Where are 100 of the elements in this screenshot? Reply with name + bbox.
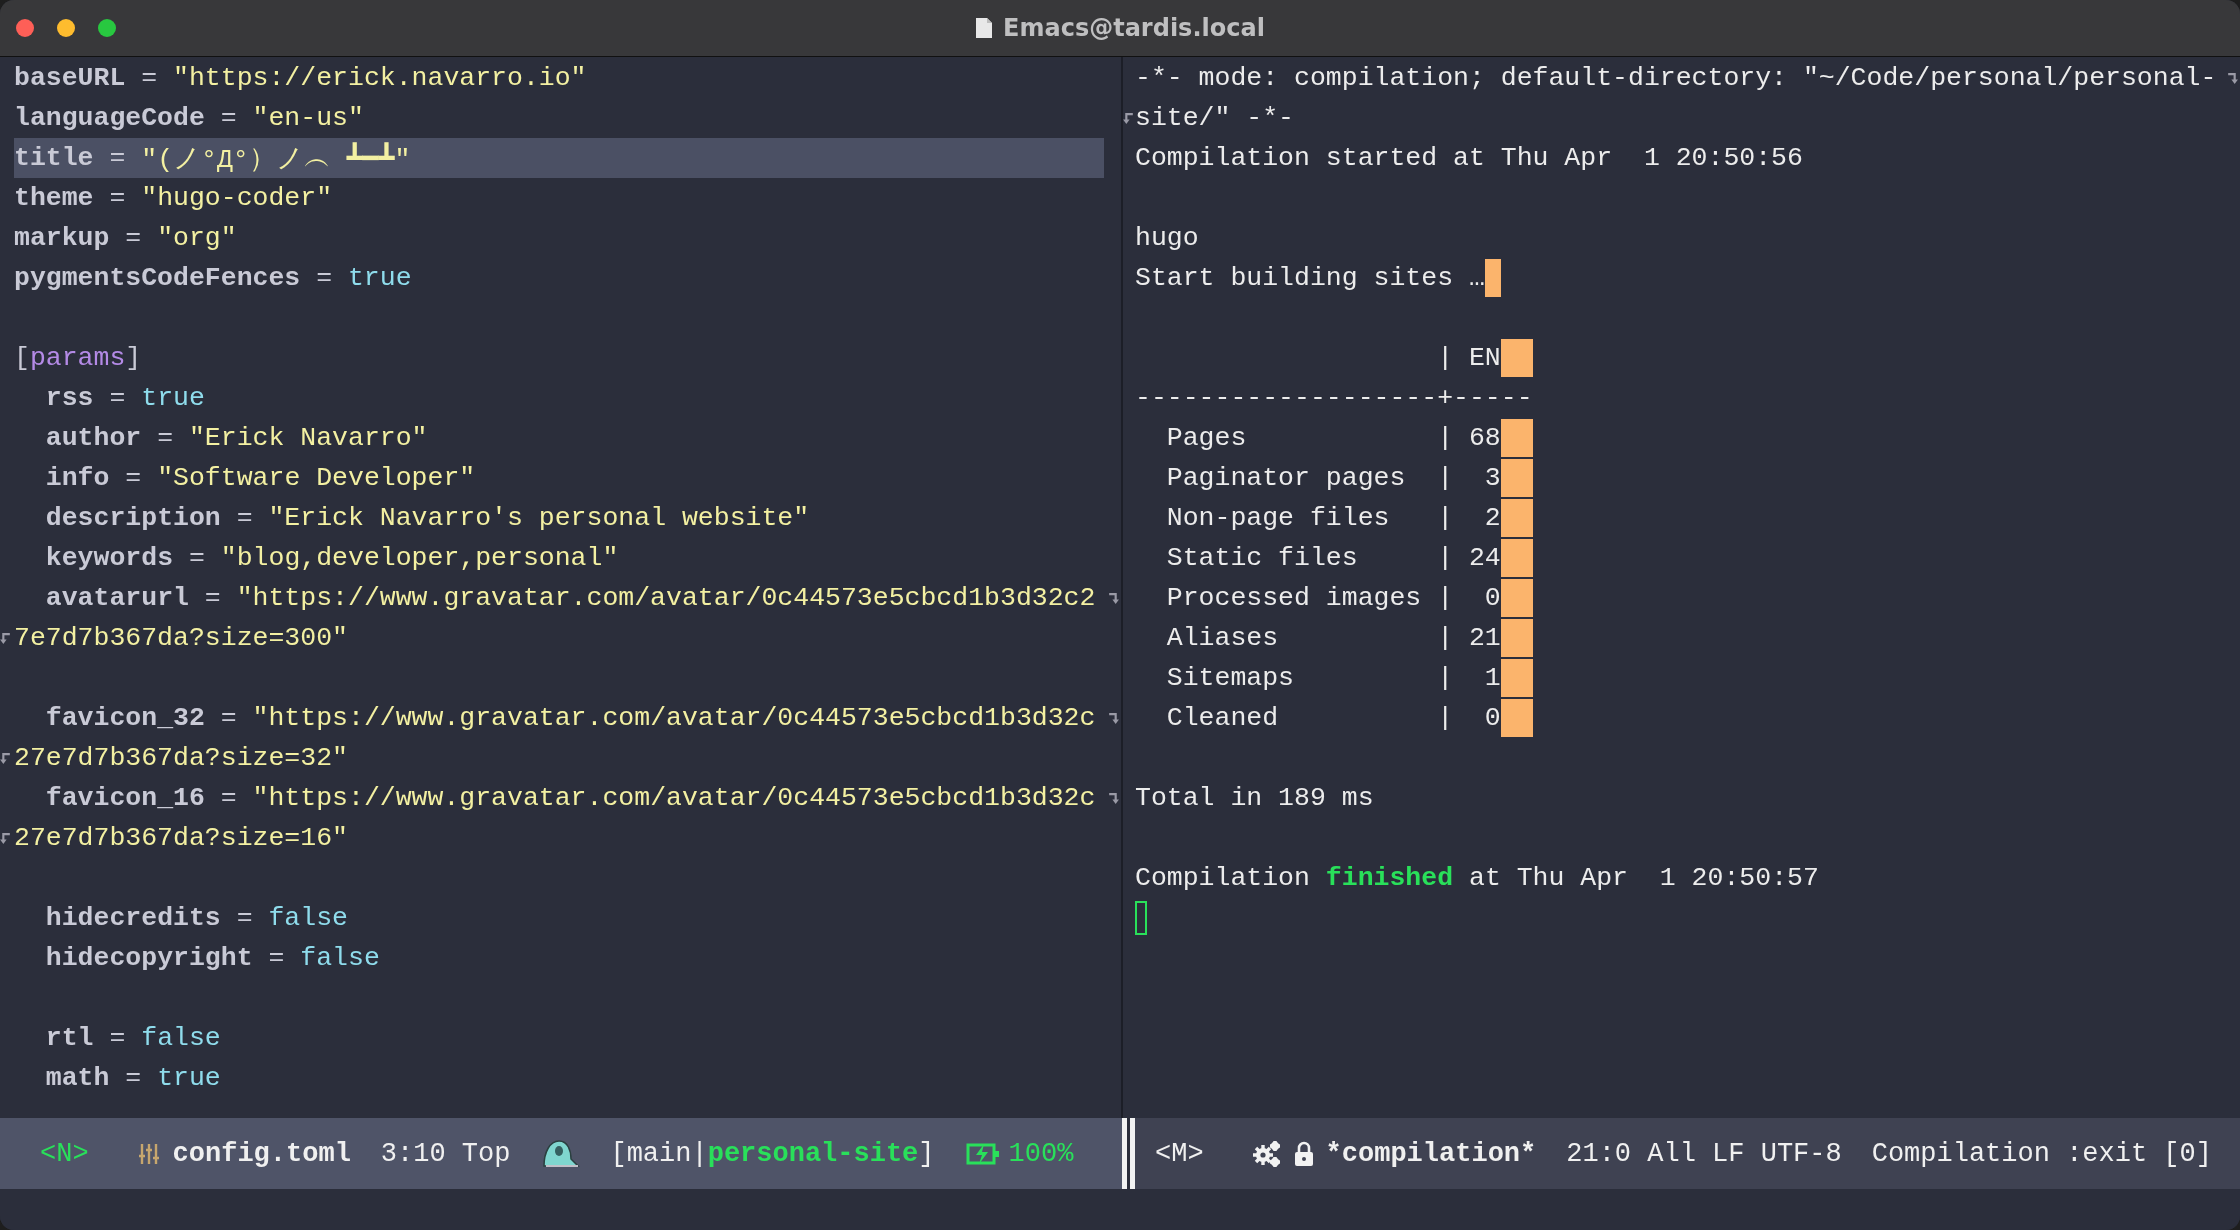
operator: = — [219, 103, 238, 133]
boolean-value: true — [141, 383, 205, 413]
section-name: params — [29, 343, 126, 373]
wrap-continuation-icon — [0, 831, 11, 845]
toml-key: rss — [45, 383, 94, 413]
zoom-button[interactable] — [98, 19, 116, 37]
output-text: Aliases | 21 — [1165, 623, 1501, 653]
operator: = — [140, 63, 159, 93]
toml-key: description — [45, 503, 221, 533]
lock-icon — [1293, 1140, 1314, 1167]
toml-key: languageCode — [14, 103, 205, 133]
toml-key: markup — [14, 223, 110, 253]
string-value: 27e7d7b367da?size=16" — [14, 823, 348, 853]
battery-charging-icon — [964, 1141, 1001, 1166]
toml-key: title — [14, 143, 94, 173]
operator: = — [108, 383, 127, 413]
toml-key: author — [45, 423, 142, 453]
output-text: -------------------+----- — [1135, 383, 1533, 413]
output-text: Sitemaps | 1 — [1165, 663, 1501, 693]
toml-key: pygmentsCodeFences — [14, 263, 301, 293]
string-value: "Erick Navarro" — [188, 423, 428, 453]
cursor-position: 21:0 All LF UTF-8 — [1566, 1138, 1842, 1169]
output-text: site/" -*- — [1135, 103, 1295, 133]
output-text: Cleaned | 0 — [1165, 703, 1501, 733]
string-value: "(ノ°Д°）ノ︵ ┻━┻" — [141, 140, 411, 176]
toml-key: hidecredits — [45, 903, 221, 933]
wrap-arrow-icon — [1108, 712, 1119, 725]
wrap-arrow-icon — [1108, 592, 1119, 605]
file-name: config.toml — [172, 1138, 351, 1169]
wrap-arrow-icon — [1108, 792, 1119, 805]
string-value: 27e7d7b367da?size=32" — [14, 743, 348, 773]
string-value: "https://erick.navarro.io" — [173, 63, 587, 93]
string-value: "https://www.gravatar.com/avatar/0c44573e5cbcd1b3d32c2 — [236, 583, 1096, 613]
battery-level: 100% — [1008, 1138, 1074, 1169]
wrap-continuation-icon — [0, 631, 11, 645]
minimize-button[interactable] — [57, 19, 75, 37]
boolean-value: true — [347, 263, 412, 293]
wrap-continuation-icon — [1123, 111, 1134, 125]
string-value: "en-us" — [252, 103, 364, 133]
document-icon — [975, 17, 994, 39]
output-text: at Thu Apr 1 20:50:57 — [1467, 863, 1819, 893]
output-text: Pages | 68 — [1165, 423, 1501, 453]
operator: = — [235, 903, 254, 933]
toml-key: favicon_16 — [45, 783, 205, 813]
string-value: "https://www.gravatar.com/avatar/0c44573e5cbcd1b3d32c — [252, 703, 1096, 733]
operator: = — [156, 423, 175, 453]
operator: = — [315, 263, 334, 293]
toml-key: favicon_32 — [45, 703, 205, 733]
operator: = — [219, 783, 238, 813]
string-value: "hugo-coder" — [141, 183, 333, 213]
toml-key: avatarurl — [45, 583, 189, 613]
string-value: "Erick Navarro's personal website" — [268, 503, 810, 533]
boolean-value: true — [157, 1063, 221, 1093]
output-text: Start building sites … — [1135, 263, 1485, 293]
operator: = — [108, 183, 127, 213]
evil-state: <N> — [40, 1138, 89, 1169]
output-text: | EN — [1436, 343, 1501, 373]
cursor-position: 3:10 Top — [380, 1138, 511, 1169]
boolean-value: false — [268, 903, 348, 933]
output-text: Compilation started at Thu Apr 1 20:50:56 — [1135, 143, 1803, 173]
sliders-icon — [136, 1141, 161, 1166]
boolean-value: false — [300, 943, 380, 973]
output-text: Processed images | 0 — [1165, 583, 1501, 613]
creature-icon — [540, 1137, 581, 1170]
process-status: Compilation :exit [0] — [1871, 1138, 2212, 1169]
output-text: -*- mode: compilation; default-directory: "~/Code/personal/personal- — [1135, 63, 2217, 93]
operator: ] — [125, 343, 142, 373]
bracket: ] — [918, 1138, 935, 1169]
status-text: finished — [1325, 863, 1454, 893]
string-value: 7e7d7b367da?size=300" — [14, 623, 348, 653]
operator: = — [187, 543, 206, 573]
output-text: Paginator pages | 3 — [1165, 463, 1501, 493]
window-title: Emacs@tardis.local — [1003, 14, 1265, 42]
operator: = — [235, 503, 254, 533]
operator: [ — [14, 343, 30, 373]
wrap-continuation-icon — [0, 751, 11, 765]
toml-key: theme — [14, 183, 94, 213]
operator: = — [267, 943, 286, 973]
operator: = — [108, 143, 127, 173]
branch-name: [main| — [610, 1138, 708, 1169]
boolean-value: false — [141, 1023, 221, 1053]
output-text: Non-page files | 2 — [1165, 503, 1501, 533]
output-text: hugo — [1135, 223, 1199, 253]
operator: = — [124, 463, 143, 493]
operator: = — [219, 703, 238, 733]
operator: = — [124, 223, 143, 253]
close-button[interactable] — [16, 19, 34, 37]
text-cursor — [1135, 901, 1147, 935]
string-value: "blog,developer,personal" — [220, 543, 619, 573]
toml-key: rtl — [45, 1023, 94, 1053]
toml-key: math — [45, 1063, 110, 1093]
toml-key: info — [45, 463, 110, 493]
operator: = — [108, 1023, 127, 1053]
output-text: Static files | 24 — [1165, 543, 1501, 573]
project-name: personal-site — [707, 1138, 919, 1169]
operator: = — [124, 1063, 143, 1093]
buffer-name: *compilation* — [1325, 1138, 1537, 1169]
string-value: "Software Developer" — [157, 463, 476, 493]
operator: = — [203, 583, 222, 613]
output-text: Compilation — [1135, 863, 1311, 893]
